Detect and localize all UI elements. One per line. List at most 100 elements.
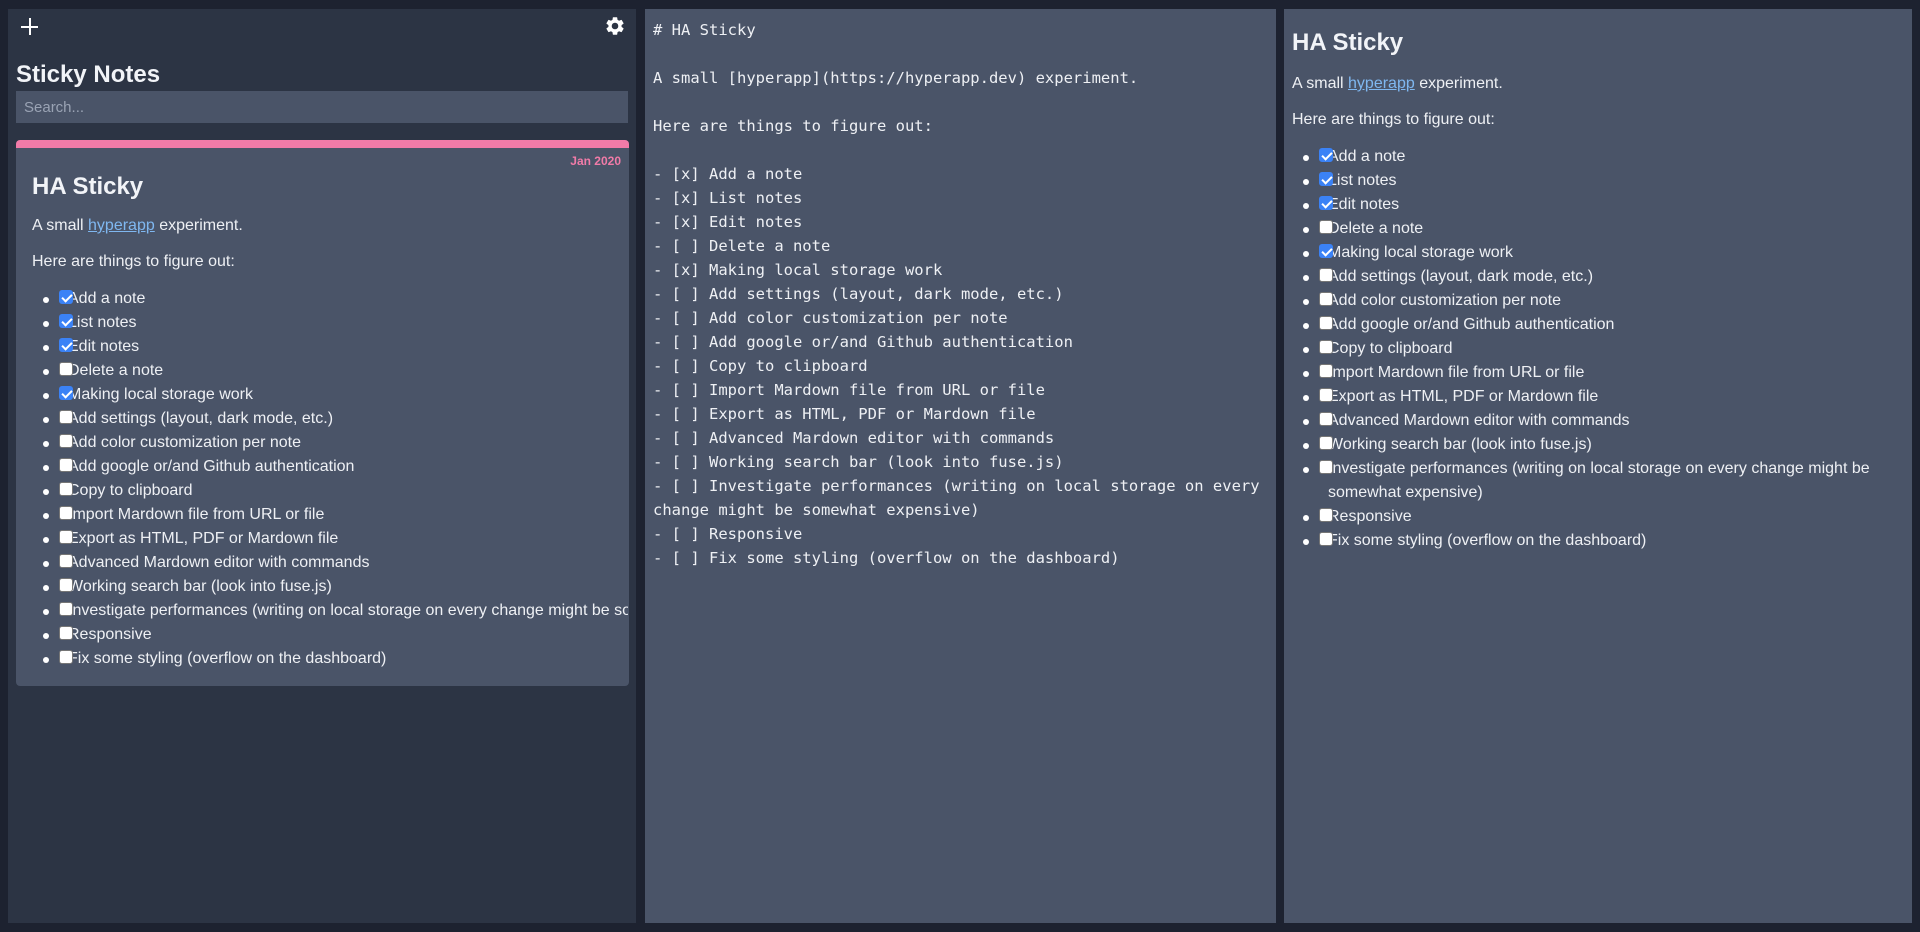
task-item: Copy to clipboard bbox=[43, 479, 628, 503]
unchecked-checkbox[interactable] bbox=[1319, 460, 1333, 474]
task-label: Edit notes bbox=[1328, 196, 1400, 213]
task-item: Fix some styling (overflow on the dashbo… bbox=[43, 647, 628, 671]
task-item: Working search bar (look into fuse.js) bbox=[1303, 433, 1904, 457]
hyperapp-link[interactable]: hyperapp bbox=[88, 217, 155, 234]
unchecked-checkbox[interactable] bbox=[1319, 220, 1333, 234]
unchecked-checkbox[interactable] bbox=[1319, 436, 1333, 450]
task-label: Copy to clipboard bbox=[1328, 340, 1453, 357]
task-label: Add a note bbox=[68, 290, 146, 307]
unchecked-checkbox[interactable] bbox=[59, 530, 73, 544]
task-label: Add a note bbox=[1328, 148, 1406, 165]
note-card-content: HA Sticky A small hyperapp experiment. H… bbox=[32, 173, 628, 671]
checked-checkbox[interactable] bbox=[59, 386, 73, 400]
task-label: Add settings (layout, dark mode, etc.) bbox=[1328, 268, 1594, 285]
unchecked-checkbox[interactable] bbox=[59, 602, 73, 616]
sidebar-toolbar bbox=[8, 9, 636, 49]
checked-checkbox[interactable] bbox=[1319, 148, 1333, 162]
checked-checkbox[interactable] bbox=[59, 314, 73, 328]
task-item: Export as HTML, PDF or Mardown file bbox=[1303, 385, 1904, 409]
preview-intro: A small hyperapp experiment. bbox=[1292, 73, 1904, 95]
task-item: Advanced Mardown editor with commands bbox=[43, 551, 628, 575]
task-label: Add settings (layout, dark mode, etc.) bbox=[68, 410, 334, 427]
task-label: Delete a note bbox=[1328, 220, 1424, 237]
task-label: Fix some styling (overflow on the dashbo… bbox=[1328, 532, 1647, 549]
unchecked-checkbox[interactable] bbox=[59, 410, 73, 424]
preview-content: HA Sticky A small hyperapp experiment. H… bbox=[1292, 29, 1904, 553]
unchecked-checkbox[interactable] bbox=[1319, 268, 1333, 282]
gear-icon[interactable] bbox=[604, 15, 626, 37]
preview-subheading: Here are things to figure out: bbox=[1292, 111, 1495, 128]
unchecked-checkbox[interactable] bbox=[1319, 340, 1333, 354]
unchecked-checkbox[interactable] bbox=[59, 458, 73, 472]
app-root: Sticky Notes Jan 2020 HA Sticky A small … bbox=[0, 0, 1920, 932]
note-card-task-list: Add a note List notes Edit notes Delete a n… bbox=[32, 287, 628, 671]
task-label: List notes bbox=[68, 314, 137, 331]
checked-checkbox[interactable] bbox=[59, 290, 73, 304]
task-label: Import Mardown file from URL or file bbox=[68, 506, 325, 523]
unchecked-checkbox[interactable] bbox=[1319, 316, 1333, 330]
task-item: Export as HTML, PDF or Mardown file bbox=[43, 527, 628, 551]
search-input[interactable] bbox=[16, 91, 628, 123]
task-item: Add settings (layout, dark mode, etc.) bbox=[1303, 265, 1904, 289]
task-item: Working search bar (look into fuse.js) bbox=[43, 575, 628, 599]
unchecked-checkbox[interactable] bbox=[59, 650, 73, 664]
task-item: Delete a note bbox=[43, 359, 628, 383]
task-label: Copy to clipboard bbox=[68, 482, 193, 499]
unchecked-checkbox[interactable] bbox=[59, 362, 73, 376]
task-label: Advanced Mardown editor with commands bbox=[1328, 412, 1630, 429]
note-card[interactable]: Jan 2020 HA Sticky A small hyperapp expe… bbox=[16, 140, 629, 686]
task-item: Delete a note bbox=[1303, 217, 1904, 241]
unchecked-checkbox[interactable] bbox=[1319, 412, 1333, 426]
task-item: Making local storage work bbox=[1303, 241, 1904, 265]
markdown-source-textarea[interactable] bbox=[645, 9, 1276, 923]
task-item: Add color customization per note bbox=[43, 431, 628, 455]
task-label: Advanced Mardown editor with commands bbox=[68, 554, 370, 571]
task-item: Investigate performances (writing on loc… bbox=[43, 599, 628, 623]
unchecked-checkbox[interactable] bbox=[1319, 532, 1333, 546]
task-item: Advanced Mardown editor with commands bbox=[1303, 409, 1904, 433]
task-item: Responsive bbox=[1303, 505, 1904, 529]
unchecked-checkbox[interactable] bbox=[1319, 388, 1333, 402]
intro-suffix: experiment. bbox=[1419, 75, 1503, 92]
unchecked-checkbox[interactable] bbox=[59, 482, 73, 496]
task-label: List notes bbox=[1328, 172, 1397, 189]
task-item: Making local storage work bbox=[43, 383, 628, 407]
checked-checkbox[interactable] bbox=[1319, 172, 1333, 186]
task-item: Add color customization per note bbox=[1303, 289, 1904, 313]
hyperapp-link[interactable]: hyperapp bbox=[1348, 75, 1415, 92]
plus-icon[interactable] bbox=[19, 16, 41, 38]
unchecked-checkbox[interactable] bbox=[1319, 364, 1333, 378]
unchecked-checkbox[interactable] bbox=[1319, 292, 1333, 306]
task-item: Add google or/and Github authentication bbox=[1303, 313, 1904, 337]
preview-task-list: Add a note List notes Edit notes Delete a n… bbox=[1292, 145, 1904, 553]
intro-prefix: A small bbox=[32, 217, 84, 234]
checked-checkbox[interactable] bbox=[1319, 196, 1333, 210]
checked-checkbox[interactable] bbox=[1319, 244, 1333, 258]
checked-checkbox[interactable] bbox=[59, 338, 73, 352]
unchecked-checkbox[interactable] bbox=[59, 626, 73, 640]
task-label: Responsive bbox=[1328, 508, 1412, 525]
task-label: Import Mardown file from URL or file bbox=[1328, 364, 1585, 381]
task-item: List notes bbox=[1303, 169, 1904, 193]
task-item: Edit notes bbox=[1303, 193, 1904, 217]
task-label: Making local storage work bbox=[68, 386, 253, 403]
task-label: Working search bar (look into fuse.js) bbox=[68, 578, 332, 595]
task-label: Add color customization per note bbox=[68, 434, 302, 451]
unchecked-checkbox[interactable] bbox=[59, 578, 73, 592]
task-label: Responsive bbox=[68, 626, 152, 643]
unchecked-checkbox[interactable] bbox=[59, 434, 73, 448]
sidebar-title: Sticky Notes bbox=[16, 61, 161, 88]
task-item: Fix some styling (overflow on the dashbo… bbox=[1303, 529, 1904, 553]
unchecked-checkbox[interactable] bbox=[59, 554, 73, 568]
note-card-subheading: Here are things to figure out: bbox=[32, 253, 235, 270]
unchecked-checkbox[interactable] bbox=[1319, 508, 1333, 522]
unchecked-checkbox[interactable] bbox=[59, 506, 73, 520]
intro-suffix: experiment. bbox=[159, 217, 243, 234]
task-label: Working search bar (look into fuse.js) bbox=[1328, 436, 1592, 453]
sidebar: Sticky Notes Jan 2020 HA Sticky A small … bbox=[8, 9, 636, 923]
note-card-intro: A small hyperapp experiment. bbox=[32, 215, 628, 237]
task-item: Investigate performances (writing on loc… bbox=[1303, 457, 1904, 505]
task-item: Import Mardown file from URL or file bbox=[1303, 361, 1904, 385]
task-label: Fix some styling (overflow on the dashbo… bbox=[68, 650, 387, 667]
preview-title: HA Sticky bbox=[1292, 29, 1404, 56]
